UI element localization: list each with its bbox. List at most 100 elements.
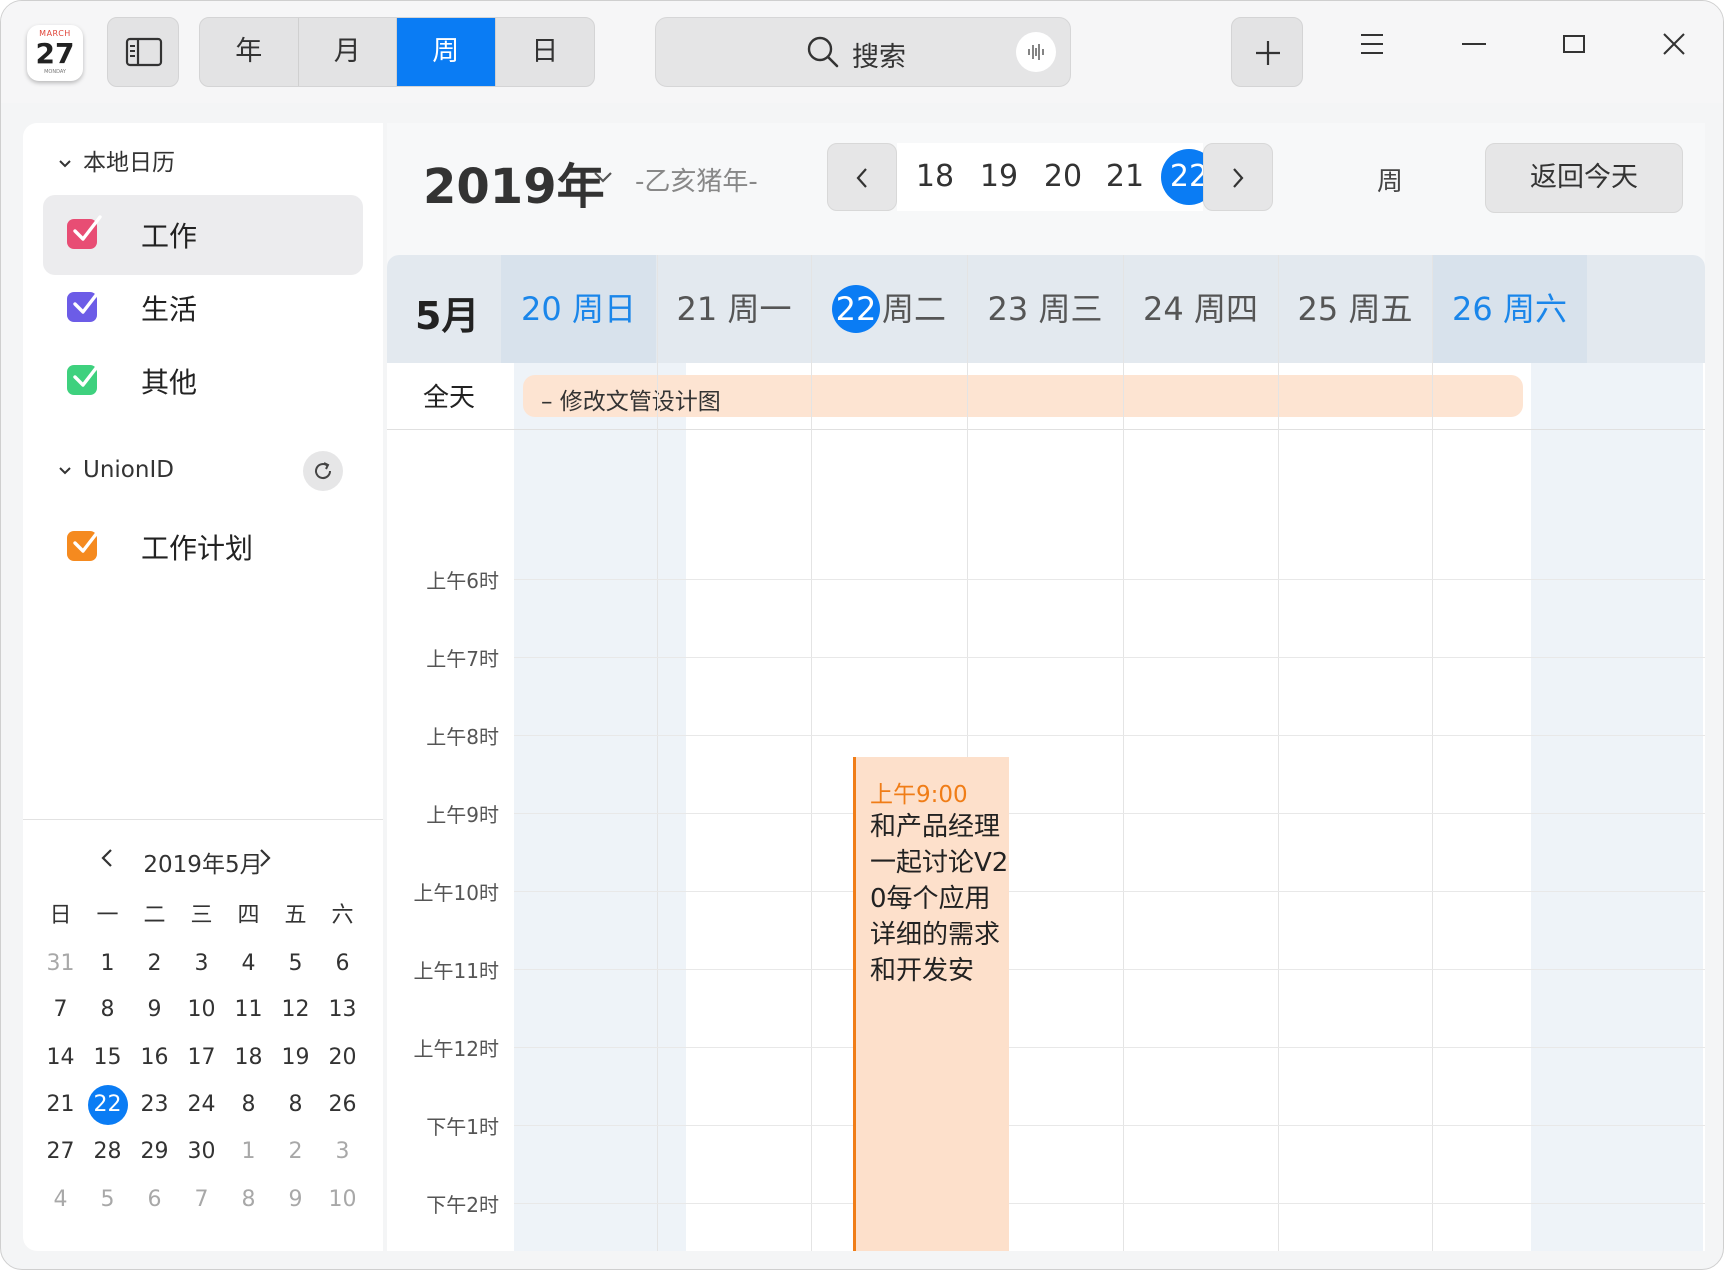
chevron-right-icon[interactable] [257,847,273,869]
event-block[interactable]: 上午9:00 和产品经理一起讨论V20每个应用详细的需求和开发安 [853,757,1009,1251]
voice-input-button[interactable] [1016,32,1056,72]
app-window: MARCH 27 MONDAY 年 月 周 日 搜索 本地日历 工作 生活 其他… [0,0,1724,1270]
hour-line [514,969,1705,970]
mini-day-cell[interactable]: 17 [178,1035,225,1081]
all-day-event-title: – 修改文管设计图 [541,389,721,415]
tab-week[interactable]: 周 [397,18,496,86]
mini-day-cell[interactable]: 8 [225,1082,272,1128]
calendar-item-work-plan[interactable]: 工作计划 [43,507,363,587]
mini-day-cell[interactable]: 11 [225,987,272,1033]
tab-month[interactable]: 月 [299,18,397,86]
back-to-today-button[interactable]: 返回今天 [1485,143,1683,213]
checkbox-checked-icon[interactable] [67,527,102,561]
mini-day-cell[interactable]: 21 [37,1082,84,1128]
week-number[interactable]: 18 [907,143,963,211]
calendar-item-life[interactable]: 生活 [43,268,363,348]
add-event-button[interactable] [1231,17,1303,87]
mini-day-cell[interactable]: 30 [178,1129,225,1175]
day-header[interactable]: 26 周六 [1432,255,1587,363]
mini-day-cell[interactable]: 27 [37,1129,84,1175]
next-week-button[interactable] [1203,143,1273,211]
mini-day-cell[interactable]: 4 [225,941,272,987]
mini-day-cell[interactable]: 5 [272,941,319,987]
mini-day-cell-today[interactable]: 22 [84,1082,131,1128]
week-number-strip: 18 19 20 21 22 [897,143,1217,211]
week-number[interactable]: 20 [1035,143,1091,211]
mini-day-cell[interactable]: 5 [84,1177,131,1223]
mini-day-cell[interactable]: 29 [131,1129,178,1175]
menu-icon[interactable] [1357,29,1387,59]
mini-day-cell[interactable]: 8 [272,1082,319,1128]
week-number[interactable]: 19 [971,143,1027,211]
mini-day-cell[interactable]: 16 [131,1035,178,1081]
tab-year[interactable]: 年 [200,18,299,86]
chevron-left-icon[interactable] [99,847,115,869]
mini-day-cell[interactable]: 23 [131,1082,178,1128]
mini-day-cell[interactable]: 3 [319,1129,366,1175]
mini-day-cell[interactable]: 14 [37,1035,84,1081]
mini-day-cell[interactable]: 15 [84,1035,131,1081]
day-header[interactable]: 23 周三 [967,255,1123,363]
mini-day-cell[interactable]: 9 [131,987,178,1033]
mini-day-cell[interactable]: 6 [319,941,366,987]
hour-line [514,1047,1705,1048]
hour-line [514,735,1705,736]
mini-day-cell[interactable]: 18 [225,1035,272,1081]
mini-day-cell[interactable]: 6 [131,1177,178,1223]
mini-week-row: 4 5 6 7 8 9 10 [37,1177,377,1223]
prev-week-button[interactable] [827,143,897,211]
mini-day-cell[interactable]: 3 [178,941,225,987]
day-header-today[interactable]: 22 周二 [811,255,967,363]
mini-day-cell[interactable]: 28 [84,1129,131,1175]
all-day-event[interactable]: – 修改文管设计图 [523,375,1523,417]
chevron-down-icon [59,160,71,168]
all-day-row: 全天 – 修改文管设计图 [387,363,1705,430]
chevron-down-icon[interactable] [591,169,615,185]
mini-day-cell[interactable]: 10 [319,1177,366,1223]
mini-week-row: 7 8 9 10 11 12 13 [37,987,377,1033]
day-header[interactable]: 24 周四 [1123,255,1278,363]
day-header[interactable]: 25 周五 [1278,255,1432,363]
day-header[interactable]: 20 周日 [501,255,656,363]
maximize-icon[interactable] [1559,29,1589,59]
calendar-item-other[interactable]: 其他 [43,341,363,421]
mini-day-cell[interactable]: 4 [37,1177,84,1223]
checkbox-checked-icon[interactable] [67,361,102,395]
mini-day-cell[interactable]: 7 [178,1177,225,1223]
mini-day-cell[interactable]: 13 [319,987,366,1033]
checkbox-checked-icon[interactable] [67,215,102,249]
close-icon[interactable] [1659,29,1689,59]
mini-day-cell[interactable]: 2 [272,1129,319,1175]
calendar-item-work[interactable]: 工作 [43,195,363,275]
mini-day-cell[interactable]: 7 [37,987,84,1033]
mini-day-cell[interactable]: 10 [178,987,225,1033]
mini-day-cell[interactable]: 20 [319,1035,366,1081]
year-title[interactable]: 2019年 [423,147,605,217]
sync-button[interactable] [303,451,343,491]
group-local-calendars[interactable]: 本地日历 [57,143,175,177]
week-number[interactable]: 21 [1097,143,1153,211]
mini-day-cell[interactable]: 24 [178,1082,225,1128]
checkbox-checked-icon[interactable] [67,288,102,322]
mini-day-cell[interactable]: 9 [272,1177,319,1223]
mini-day-cell[interactable]: 31 [37,941,84,987]
calendar-app: MARCH 27 MONDAY 年 月 周 日 搜索 本地日历 工作 生活 其他… [0,0,1724,1272]
search-input[interactable]: 搜索 [655,17,1071,87]
mini-day-cell[interactable]: 2 [131,941,178,987]
mini-day-cell[interactable]: 1 [84,941,131,987]
mini-day-cell[interactable]: 19 [272,1035,319,1081]
tab-day[interactable]: 日 [496,18,595,86]
mini-day-cell[interactable]: 8 [84,987,131,1033]
week-grid: 5月 20 周日 21 周一 22 周二 23 周三 24 周四 25 周五 26… [387,255,1705,1251]
column-divider [1278,255,1279,1251]
minimize-icon[interactable] [1459,29,1489,59]
mini-day-cell[interactable]: 26 [319,1082,366,1128]
time-label: 上午10时 [413,881,499,905]
group-unionid[interactable]: UnionID [57,457,174,483]
sidebar-toggle-button[interactable] [107,17,179,87]
mini-day-cell[interactable]: 1 [225,1129,272,1175]
mini-day-cell[interactable]: 8 [225,1177,272,1223]
day-header[interactable]: 21 周一 [657,255,811,363]
mini-day-cell[interactable]: 12 [272,987,319,1033]
day-header-row: 5月 20 周日 21 周一 22 周二 23 周三 24 周四 25 周五 26… [387,255,1705,363]
